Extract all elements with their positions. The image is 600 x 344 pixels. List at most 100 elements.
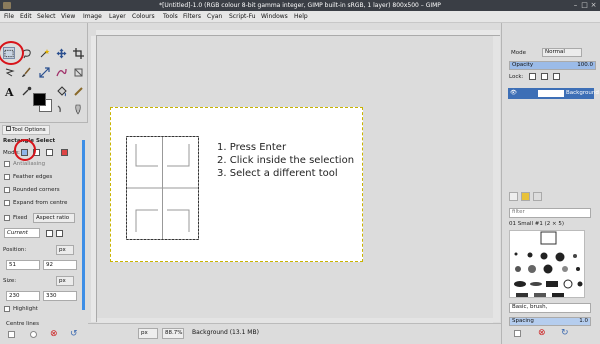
fixed-mode-dropdown[interactable]: Aspect ratio: [33, 213, 75, 223]
menu-script-fu[interactable]: Script-Fu: [229, 11, 256, 23]
foreground-color-swatch[interactable]: [33, 93, 46, 106]
spacing-label: Spacing: [512, 318, 534, 324]
highlight-checkbox[interactable]: [4, 306, 10, 312]
position-label: Position:: [3, 247, 27, 253]
menu-tools[interactable]: Tools: [163, 11, 178, 23]
portrait-icon[interactable]: [46, 230, 53, 237]
mode-intersect-icon[interactable]: [61, 149, 68, 156]
rounded-checkbox[interactable]: [4, 187, 10, 193]
tool-options-scrollbar[interactable]: [82, 140, 85, 310]
zoom-dropdown[interactable]: 88.7%: [162, 328, 184, 339]
vertical-scrollbar[interactable]: [493, 36, 500, 322]
layer-info: Background (13.1 MB): [192, 329, 259, 336]
landscape-icon[interactable]: [56, 230, 63, 237]
close-icon[interactable]: ×: [590, 2, 597, 9]
layer-name: Background: [566, 90, 599, 96]
text-tool[interactable]: A: [3, 85, 15, 97]
smudge-tool[interactable]: [55, 103, 67, 115]
window-title: *[Untitled]-1.0 (RGB colour 8-bit gamma …: [159, 2, 441, 9]
expand-checkbox[interactable]: [4, 200, 10, 206]
feather-checkbox[interactable]: [4, 174, 10, 180]
brush-preset-field[interactable]: Basic, brush,: [509, 303, 591, 313]
size-h-field[interactable]: 330: [43, 291, 77, 301]
gradients-tab-icon[interactable]: [533, 192, 542, 201]
fixed-checkbox[interactable]: [4, 215, 10, 221]
vertical-ruler: [91, 36, 97, 322]
feather-label: Feather edges: [13, 174, 53, 180]
scale-tool[interactable]: [38, 66, 50, 78]
dodge-burn-tool[interactable]: [72, 103, 84, 115]
heal-tool[interactable]: [72, 85, 84, 97]
aspect-current-field[interactable]: Current: [4, 228, 40, 238]
minimize-icon[interactable]: –: [572, 2, 579, 9]
brush-filter-input[interactable]: filter: [509, 208, 591, 218]
menu-view[interactable]: View: [61, 11, 75, 23]
save-options-icon[interactable]: [8, 331, 15, 338]
menu-help[interactable]: Help: [294, 11, 308, 23]
fuzzy-select-tool[interactable]: [38, 47, 50, 59]
window-titlebar: *[Untitled]-1.0 (RGB colour 8-bit gamma …: [0, 0, 600, 11]
lock-position-icon[interactable]: [541, 73, 548, 80]
layer-thumbnail: [538, 90, 564, 97]
menu-file[interactable]: File: [4, 11, 14, 23]
menu-image[interactable]: Image: [83, 11, 102, 23]
delete-options-icon[interactable]: ⊗: [50, 329, 58, 339]
layer-mode-dropdown[interactable]: Normal: [542, 48, 582, 57]
menu-edit[interactable]: Edit: [20, 11, 32, 23]
restore-options-icon[interactable]: [30, 331, 37, 338]
brushes-tab-icon[interactable]: [509, 192, 518, 201]
reset-options-icon[interactable]: ↺: [70, 329, 78, 339]
opacity-label: Opacity: [512, 62, 534, 68]
free-select-tool[interactable]: [3, 66, 15, 78]
color-picker-tool[interactable]: [20, 85, 32, 97]
unit-dropdown[interactable]: px: [138, 328, 158, 339]
spacing-value: 1.0: [579, 318, 588, 324]
position-x-field[interactable]: 51: [6, 260, 40, 270]
lock-alpha-icon[interactable]: [553, 73, 560, 80]
layer-mode-label: Mode: [511, 50, 526, 56]
antialias-checkbox[interactable]: [4, 161, 10, 167]
expand-label: Expand from centre: [13, 200, 68, 206]
menu-cyan[interactable]: Cyan: [207, 11, 222, 23]
crop-tool[interactable]: [72, 47, 84, 59]
svg-text:A: A: [4, 86, 14, 97]
horizontal-ruler: [96, 30, 500, 36]
instruction-line-1: 1. Press Enter: [217, 142, 287, 153]
menu-select[interactable]: Select: [37, 11, 56, 23]
refresh-brushes-icon[interactable]: ↻: [561, 328, 569, 338]
menu-filters[interactable]: Filters: [183, 11, 201, 23]
gimp-app-icon: [3, 2, 11, 9]
menu-layer[interactable]: Layer: [109, 11, 126, 23]
menu-colours[interactable]: Colours: [132, 11, 155, 23]
warp-tool[interactable]: [55, 66, 67, 78]
position-unit-dropdown[interactable]: px: [56, 245, 74, 255]
spacing-slider[interactable]: Spacing 1.0: [509, 317, 591, 326]
status-bar: px 88.7% Background (13.1 MB): [88, 323, 501, 344]
position-y-field[interactable]: 92: [43, 260, 77, 270]
layer-row-background[interactable]: 👁 Background: [508, 88, 599, 99]
visibility-icon[interactable]: 👁: [510, 88, 517, 99]
bucket-fill-tool[interactable]: [55, 85, 67, 97]
mode-subtract-icon[interactable]: [46, 149, 53, 156]
maximize-icon[interactable]: □: [581, 2, 588, 9]
menu-bar: File Edit Select View Image Layer Colour…: [0, 11, 600, 23]
size-unit-dropdown[interactable]: px: [56, 276, 74, 286]
size-w-field[interactable]: 230: [6, 291, 40, 301]
patterns-tab-icon[interactable]: [521, 192, 530, 201]
instruction-line-2: 2. Click inside the selection: [217, 155, 355, 166]
move-tool[interactable]: [55, 47, 67, 59]
paintbrush-tool[interactable]: [20, 66, 32, 78]
brush-grid[interactable]: [509, 230, 585, 298]
opacity-slider[interactable]: Opacity 100.0: [509, 61, 596, 70]
size-label: Size:: [3, 278, 17, 284]
lock-pixels-icon[interactable]: [529, 73, 536, 80]
tab-tool-options[interactable]: Tool Options: [2, 125, 50, 135]
lock-label: Lock:: [509, 74, 524, 80]
transform-tool[interactable]: [72, 66, 84, 78]
delete-brush-icon[interactable]: ⊗: [538, 328, 546, 338]
menu-windows[interactable]: Windows: [261, 11, 288, 23]
instruction-line-3: 3. Select a different tool: [217, 168, 338, 179]
edit-brush-icon[interactable]: [514, 330, 521, 337]
highlight-label: Highlight: [13, 306, 38, 312]
tool-options-panel: Tool Options Rectangle Select Mode: Anti…: [0, 122, 88, 344]
